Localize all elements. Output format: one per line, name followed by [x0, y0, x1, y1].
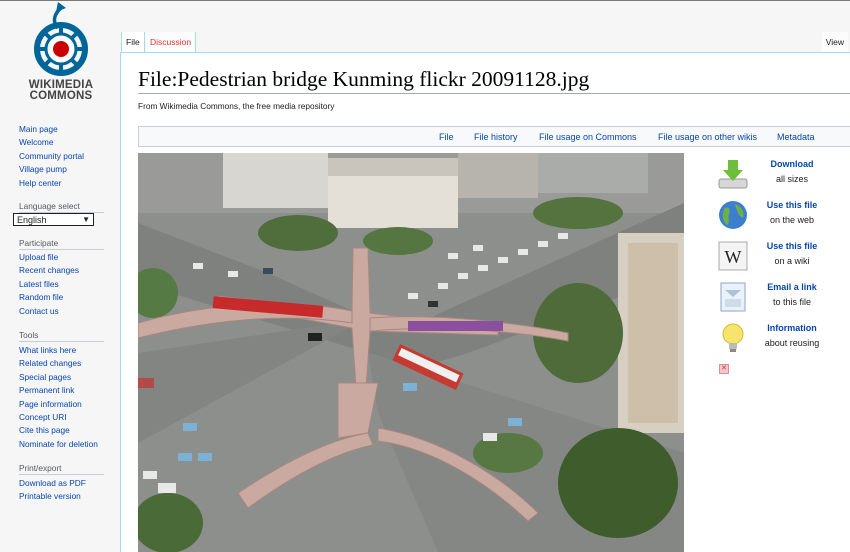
print-export-heading: Print/export — [19, 463, 62, 473]
title-divider — [138, 93, 850, 94]
svg-text:W: W — [725, 247, 742, 267]
information-sub: about reusing — [764, 338, 820, 348]
sidebar-item-community-portal[interactable]: Community portal — [19, 150, 84, 163]
tab-discussion[interactable]: Discussion — [146, 32, 197, 52]
sidebar-item-cite-this-page[interactable]: Cite this page — [19, 424, 98, 437]
sidebar-item-village-pump[interactable]: Village pump — [19, 163, 84, 176]
sidebar-item-upload-file[interactable]: Upload file — [19, 251, 79, 264]
divider — [19, 341, 104, 342]
sidebar-item-welcome[interactable]: Welcome — [19, 136, 84, 149]
toc-file-history[interactable]: File history — [474, 132, 518, 142]
sidebar-tools: What links here Related changes Special … — [19, 344, 98, 451]
divider — [19, 474, 104, 475]
sidebar-participate: Upload file Recent changes Latest files … — [19, 251, 79, 318]
site-tagline: From Wikimedia Commons, the free media r… — [138, 101, 335, 111]
download-icon — [718, 160, 748, 189]
file-image-pedestrian-bridge[interactable] — [138, 153, 684, 552]
sidebar-item-concept-uri[interactable]: Concept URI — [19, 411, 98, 424]
sidebar-item-permanent-link[interactable]: Permanent link — [19, 384, 98, 397]
sidebar-item-special-pages[interactable]: Special pages — [19, 371, 98, 384]
sidebar-item-recent-changes[interactable]: Recent changes — [19, 264, 79, 277]
divider — [19, 249, 104, 250]
sidebar-navigation: Main page Welcome Community portal Villa… — [19, 123, 84, 190]
sidebar-item-random-file[interactable]: Random file — [19, 291, 79, 304]
language-select[interactable]: English ▼ — [13, 213, 94, 226]
page-title: File:Pedestrian bridge Kunming flickr 20… — [138, 67, 590, 91]
toc-file-usage-other-wikis[interactable]: File usage on other wikis — [658, 132, 757, 142]
top-border — [0, 0, 850, 1]
sidebar-item-what-links-here[interactable]: What links here — [19, 344, 98, 357]
content-area: File:Pedestrian bridge Kunming flickr 20… — [120, 52, 850, 552]
wikipedia-icon: W — [718, 241, 748, 271]
file-toc-bar: File File history File usage on Commons … — [138, 126, 850, 147]
sidebar-item-help-center[interactable]: Help center — [19, 177, 84, 190]
tab-view[interactable]: View — [821, 32, 848, 52]
tools-heading: Tools — [19, 330, 39, 340]
use-web-link[interactable]: Use this file — [752, 198, 832, 213]
use-wiki-sub: on a wiki — [774, 256, 810, 266]
sidebar-item-contact-us[interactable]: Contact us — [19, 305, 79, 318]
language-select-heading: Language select — [19, 201, 80, 211]
toc-metadata[interactable]: Metadata — [777, 132, 815, 142]
logo-wordmark: WIKIMEDIA COMMONS — [28, 79, 94, 102]
email-link[interactable]: Email a link — [752, 280, 832, 295]
sidebar-item-nominate-for-deletion[interactable]: Nominate for deletion — [19, 438, 98, 451]
information-link[interactable]: Information — [752, 321, 832, 336]
sidebar-item-latest-files[interactable]: Latest files — [19, 278, 79, 291]
language-select-value: English — [17, 215, 47, 225]
download-link[interactable]: Download — [752, 157, 832, 172]
sidebar-item-page-information[interactable]: Page information — [19, 398, 98, 411]
sidebar-print-export: Download as PDF Printable version — [19, 477, 86, 504]
download-sub: all sizes — [775, 174, 808, 184]
use-wiki-link[interactable]: Use this file — [752, 239, 832, 254]
toc-file-usage-commons[interactable]: File usage on Commons — [539, 132, 637, 142]
sidebar-item-main-page[interactable]: Main page — [19, 123, 84, 136]
tab-file[interactable]: File — [121, 32, 145, 52]
toc-file[interactable]: File — [439, 132, 454, 142]
email-icon — [720, 282, 746, 312]
chevron-down-icon: ▼ — [82, 215, 90, 224]
sidebar-item-related-changes[interactable]: Related changes — [19, 357, 98, 370]
sidebar-item-printable-version[interactable]: Printable version — [19, 490, 86, 503]
wikimedia-commons-logo[interactable]: WIKIMEDIA COMMONS — [18, 0, 104, 112]
globe-icon — [719, 201, 747, 229]
use-web-sub: on the web — [769, 215, 815, 225]
sidebar-item-download-pdf[interactable]: Download as PDF — [19, 477, 86, 490]
email-sub: to this file — [772, 297, 812, 307]
lightbulb-icon — [722, 323, 744, 352]
commons-logo-icon — [34, 2, 88, 76]
close-icon[interactable]: ✕ — [719, 364, 729, 374]
participate-heading: Participate — [19, 238, 59, 248]
